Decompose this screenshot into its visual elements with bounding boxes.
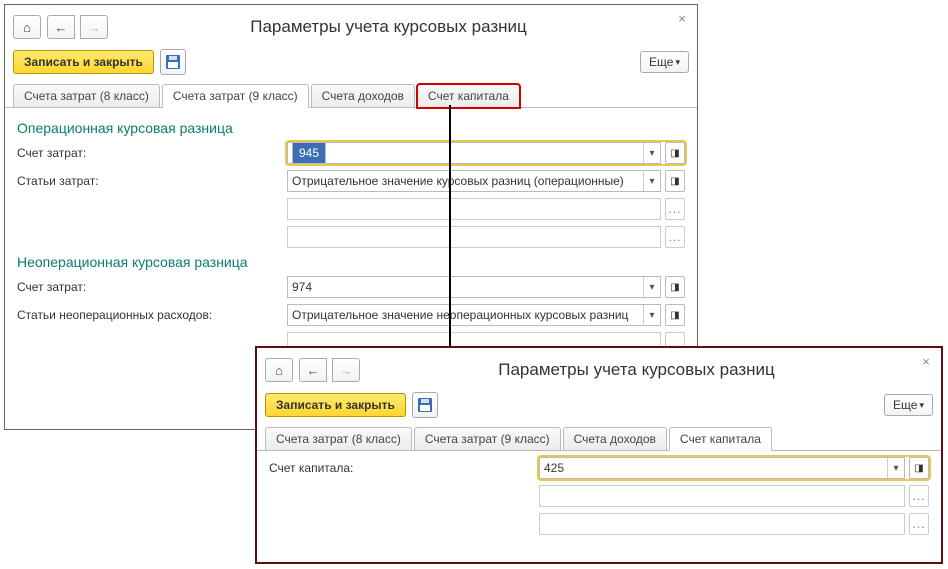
dropdown-icon[interactable]: ▾ [643,143,660,163]
dropdown-icon[interactable]: ▾ [643,171,660,191]
toolbar: Записать и закрыть Еще▾ [257,388,941,422]
section-nonoperational: Неоперационная курсовая разница [17,254,685,270]
tab-content: Счет капитала: 425▾ ◨ ... ... [257,451,941,535]
field-nonop-item-value: Отрицательное значение неоперационных ку… [292,308,643,322]
titlebar: ⌂ ← → Параметры учета курсовых разниц [257,348,941,388]
tab-income[interactable]: Счета доходов [563,427,667,451]
label-capital-account: Счет капитала: [269,461,539,475]
close-icon[interactable]: × [675,11,689,26]
field-op-item[interactable]: Отрицательное значение курсовых разниц (… [287,170,685,192]
open-icon[interactable]: ◨ [909,457,929,479]
field-nonop-item[interactable]: Отрицательное значение неоперационных ку… [287,304,685,326]
window-title: Параметры учета курсовых разниц [108,17,689,37]
field-op-account[interactable]: 945 ▾ ◨ [287,142,685,164]
label-expense-account: Счет затрат: [17,146,287,160]
save-close-button[interactable]: Записать и закрыть [13,50,154,74]
more-button[interactable]: Еще▾ [884,394,933,416]
ellipsis-icon[interactable]: ... [909,513,929,535]
tab-class8[interactable]: Счета затрат (8 класс) [13,84,160,108]
home-button[interactable]: ⌂ [265,358,293,382]
floppy-icon [418,398,432,412]
tab-class9[interactable]: Счета затрат (9 класс) [162,84,309,108]
field-nonop-account-value: 974 [292,280,643,294]
forward-icon: → [340,363,353,378]
empty-field[interactable]: ... [539,485,929,507]
ellipsis-icon[interactable]: ... [665,198,685,220]
ellipsis-icon[interactable]: ... [665,226,685,248]
open-icon[interactable]: ◨ [665,276,685,298]
forward-button[interactable]: → [80,15,108,39]
section-operational: Операционная курсовая разница [17,120,685,136]
open-icon[interactable]: ◨ [665,142,685,164]
save-button[interactable] [160,49,186,75]
forward-button[interactable]: → [332,358,360,382]
home-icon: ⌂ [275,363,283,378]
chevron-down-icon: ▾ [919,400,924,411]
empty-field[interactable]: ... [287,198,685,220]
tab-class9[interactable]: Счета затрат (9 класс) [414,427,561,451]
field-capital-account-value: 425 [544,461,887,475]
tab-class8[interactable]: Счета затрат (8 класс) [265,427,412,451]
close-icon[interactable]: × [919,354,933,369]
save-button[interactable] [412,392,438,418]
open-icon[interactable]: ◨ [665,170,685,192]
window-title: Параметры учета курсовых разниц [360,360,933,380]
label-expense-items: Статьи затрат: [17,174,287,188]
more-label: Еще [893,398,917,412]
titlebar: ⌂ ← → Параметры учета курсовых разниц [5,5,697,45]
back-button[interactable]: ← [299,358,327,382]
back-icon: ← [307,363,320,378]
empty-field[interactable]: ... [539,513,929,535]
field-op-account-value: 945 [292,142,326,164]
field-op-item-value: Отрицательное значение курсовых разниц (… [292,174,643,188]
home-button[interactable]: ⌂ [13,15,41,39]
more-button[interactable]: Еще▾ [640,51,689,73]
label-nonop-account: Счет затрат: [17,280,287,294]
tab-income[interactable]: Счета доходов [311,84,415,108]
save-close-button[interactable]: Записать и закрыть [265,393,406,417]
forward-icon: → [88,20,101,35]
field-nonop-account[interactable]: 974▾ ◨ [287,276,685,298]
field-capital-account[interactable]: 425▾ ◨ [539,457,929,479]
open-icon[interactable]: ◨ [665,304,685,326]
dropdown-icon[interactable]: ▾ [643,277,660,297]
chevron-down-icon: ▾ [675,57,680,68]
dropdown-icon[interactable]: ▾ [887,458,904,478]
tab-bar: Счета затрат (8 класс) Счета затрат (9 к… [5,83,697,108]
home-icon: ⌂ [23,20,31,35]
label-nonop-items: Статьи неоперационных расходов: [17,308,287,322]
window-params-2: × ⌂ ← → Параметры учета курсовых разниц … [255,346,943,564]
more-label: Еще [649,55,673,69]
toolbar: Записать и закрыть Еще▾ [5,45,697,79]
dropdown-icon[interactable]: ▾ [643,305,660,325]
tab-bar: Счета затрат (8 класс) Счета затрат (9 к… [257,426,941,451]
back-icon: ← [55,20,68,35]
back-button[interactable]: ← [47,15,75,39]
ellipsis-icon[interactable]: ... [909,485,929,507]
floppy-icon [166,55,180,69]
empty-field[interactable]: ... [287,226,685,248]
tab-capital[interactable]: Счет капитала [417,84,520,108]
tab-capital[interactable]: Счет капитала [669,427,772,451]
